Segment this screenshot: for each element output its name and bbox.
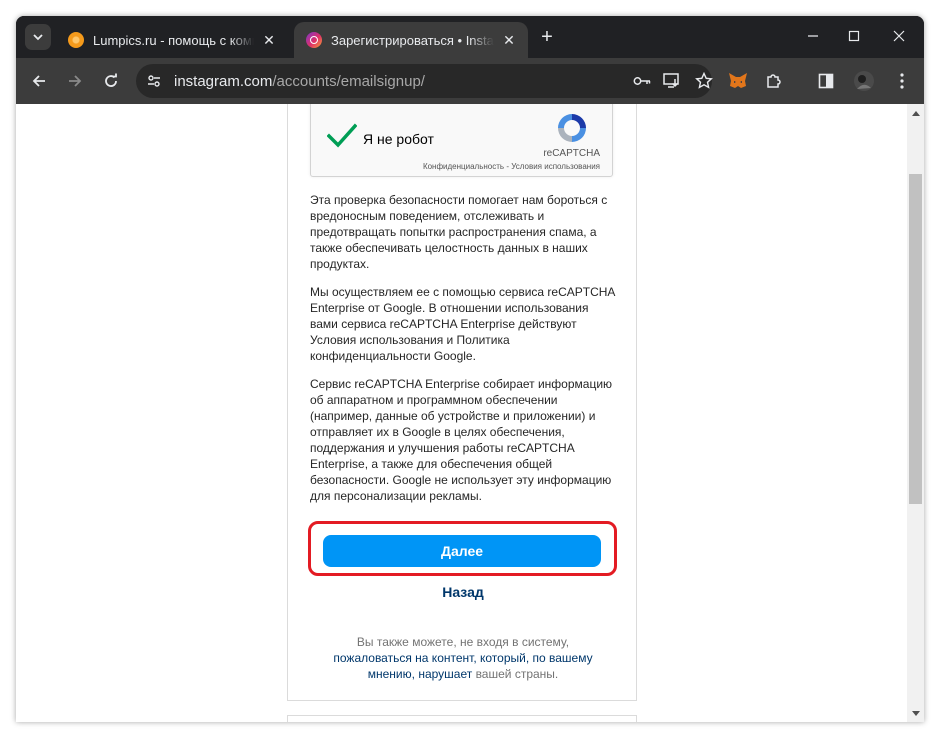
close-icon[interactable]: ✕ — [260, 31, 278, 49]
tab-title: Lumpics.ru - помощь с компьютером — [93, 32, 254, 48]
report-content-note: Вы также можете, не входя в систему, пож… — [318, 634, 608, 682]
signup-card: Я не робот reCAPTCHA Конфиденциальность … — [287, 104, 637, 701]
recaptcha-terms-link[interactable]: Условия использования — [511, 162, 600, 171]
reload-icon — [105, 73, 117, 87]
site-info-button[interactable] — [142, 69, 166, 93]
forward-arrow-icon — [69, 75, 82, 87]
recaptcha-widget: Я не робот reCAPTCHA Конфиденциальность … — [310, 104, 613, 177]
secondary-card — [287, 715, 637, 722]
reload-button[interactable] — [97, 67, 125, 95]
scroll-up-icon[interactable] — [907, 104, 924, 121]
scroll-down-icon[interactable] — [907, 705, 924, 722]
scrollbar-thumb[interactable] — [909, 174, 922, 504]
recaptcha-links: Конфиденциальность - Условия использован… — [423, 162, 600, 171]
recaptcha-label: Я не робот — [363, 131, 434, 147]
tab-lumpics[interactable]: Lumpics.ru - помощь с компьютером ✕ — [56, 22, 288, 58]
recaptcha-privacy-link[interactable]: Конфиденциальность — [423, 162, 504, 171]
instagram-favicon — [306, 32, 322, 48]
browser-window: Lumpics.ru - помощь с компьютером ✕ Заре… — [16, 16, 924, 722]
install-app-icon[interactable] — [660, 70, 684, 92]
plus-icon[interactable]: + — [536, 26, 558, 48]
report-prefix: Вы также можете, не входя в систему, — [356, 635, 570, 649]
minimize-icon — [808, 35, 818, 37]
recaptcha-logo-icon — [558, 114, 586, 142]
kebab-menu-icon[interactable] — [888, 67, 916, 95]
vertical-scrollbar[interactable] — [907, 104, 924, 722]
avatar[interactable] — [850, 67, 878, 95]
tab-instagram[interactable]: Зарегистрироваться • Instagram ✕ — [294, 22, 528, 58]
address-bar[interactable]: instagram.com/accounts/emailsignup/ — [136, 64, 713, 98]
tune-icon — [148, 75, 160, 87]
metamask-icon[interactable] — [724, 67, 752, 95]
back-link[interactable]: Назад — [288, 584, 638, 600]
lumpics-favicon — [68, 32, 84, 48]
chevron-down-icon — [33, 34, 43, 41]
url-path: /accounts/emailsignup/ — [272, 73, 425, 90]
star-icon[interactable] — [692, 70, 716, 92]
close-icon — [893, 30, 905, 42]
browser-toolbar: instagram.com/accounts/emailsignup/ — [16, 58, 924, 104]
maximize-button[interactable] — [841, 24, 867, 48]
back-arrow-icon — [32, 75, 45, 87]
recaptcha-brand: reCAPTCHA — [543, 148, 600, 159]
violates-link[interactable]: нарушает — [418, 667, 472, 681]
minimize-button[interactable] — [800, 24, 826, 48]
key-icon[interactable] — [630, 70, 654, 92]
info-paragraph: Сервис reCAPTCHA Enterprise собирает инф… — [310, 377, 613, 503]
info-paragraph: Мы осуществляем ее с помощью сервиса reC… — [310, 285, 615, 363]
tab-strip: Lumpics.ru - помощь с компьютером ✕ Заре… — [16, 16, 924, 58]
back-button[interactable] — [25, 67, 53, 95]
checkmark-icon[interactable] — [327, 123, 357, 149]
forward-button[interactable] — [61, 67, 89, 95]
window-close-button[interactable] — [886, 24, 912, 48]
puzzle-icon[interactable] — [760, 67, 788, 95]
report-suffix: вашей страны. — [472, 667, 559, 681]
page-viewport: Я не робот reCAPTCHA Конфиденциальность … — [16, 104, 924, 722]
close-icon[interactable]: ✕ — [500, 31, 518, 49]
info-paragraph: Эта проверка безопасности помогает нам б… — [310, 193, 608, 271]
url-text[interactable]: instagram.com/accounts/emailsignup/ — [174, 73, 425, 90]
next-button[interactable]: Далее — [323, 535, 601, 567]
url-host: instagram.com — [174, 73, 273, 90]
side-panel-icon[interactable] — [812, 67, 840, 95]
tab-title: Зарегистрироваться • Instagram — [331, 32, 494, 48]
tab-search-button[interactable] — [25, 24, 51, 50]
maximize-icon — [848, 30, 860, 42]
